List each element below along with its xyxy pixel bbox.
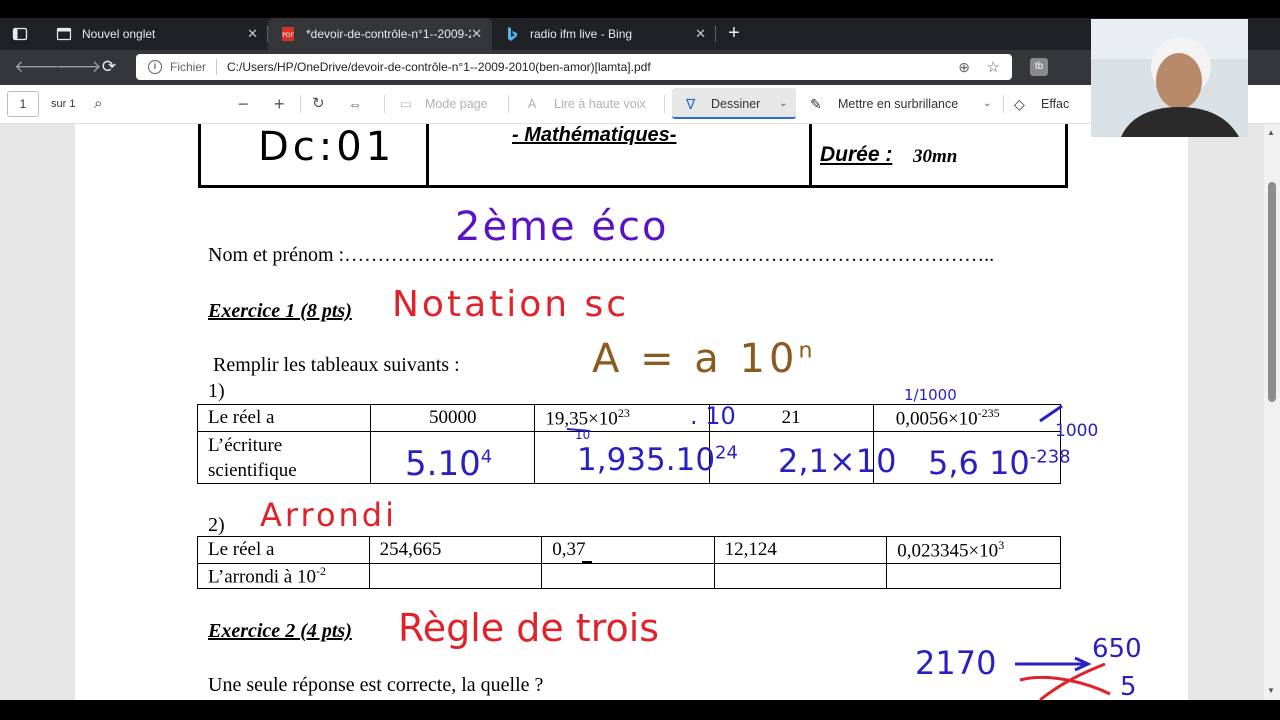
address-bar: 🡐 🡒 ⟳ i Fichier C:/Users/HP/OneDrive/dev… (0, 50, 1280, 85)
back-button[interactable]: 🡐 (14, 57, 60, 77)
info-icon[interactable]: i (148, 60, 162, 74)
search-icon[interactable]: ⌕ (94, 85, 102, 123)
divider (384, 95, 385, 113)
tab-strip: Nouvel onglet ✕ PDF *devoir-de-contrôle-… (0, 18, 1280, 50)
zoom-in-icon[interactable]: + (274, 85, 285, 123)
pen-icon: ∇ (686, 96, 696, 112)
tab-divider (715, 26, 716, 42)
highlight-button[interactable]: Mettre en surbrillance (838, 85, 958, 123)
tab-label: *devoir-de-contrôle-n°1--2009-2 (306, 27, 471, 41)
bing-icon (504, 26, 520, 42)
scheme-label: Fichier (170, 60, 207, 74)
scroll-thumb[interactable] (1268, 182, 1276, 402)
pdf-toolbar: 1 sur 1 ⌕ − + ↻ ⇔ ▭ Mode page A Lire à h… (0, 85, 1280, 124)
divider (300, 95, 301, 113)
divider (664, 95, 665, 113)
tab-label: Nouvel onglet (82, 27, 156, 41)
page-view-icon: ▭ (400, 97, 412, 111)
draw-button[interactable]: Dessiner (711, 85, 760, 123)
url-text: C:/Users/HP/OneDrive/devoir-de-contrôle-… (227, 60, 651, 74)
extension-button[interactable]: tb (1030, 58, 1048, 76)
pdf-viewer: Dc:01 - Mathématiques- Durée : 30mn Nom … (0, 124, 1280, 700)
tab-actions-button[interactable] (0, 18, 42, 50)
tab-bing[interactable]: radio ifm live - Bing ✕ (492, 18, 716, 50)
read-aloud-icon: A (528, 97, 537, 111)
scroll-up-icon[interactable]: ▲ (1267, 128, 1275, 137)
close-icon[interactable]: ✕ (695, 26, 706, 42)
svg-text:PDF: PDF (282, 32, 294, 39)
close-icon[interactable]: ✕ (471, 26, 482, 42)
bottom-letterbox (0, 700, 1280, 720)
highlighter-icon: ✎ (810, 96, 822, 112)
divider (216, 59, 218, 75)
new-tab-page-icon (56, 26, 72, 42)
scroll-down-icon[interactable]: ▼ (1267, 686, 1275, 695)
zoom-out-icon[interactable]: − (238, 85, 249, 123)
refresh-button[interactable]: ⟳ (97, 57, 121, 77)
tab-label: radio ifm live - Bing (530, 27, 633, 41)
new-tab-button[interactable]: + (724, 18, 744, 50)
divider (1003, 95, 1004, 113)
tab-actions-icon (12, 26, 28, 42)
read-aloud-button[interactable]: Lire à haute voix (554, 85, 646, 123)
page-view-button[interactable]: Mode page (425, 85, 488, 123)
favorite-star-icon[interactable]: ☆ (987, 58, 1000, 76)
fit-page-icon[interactable]: ⇔ (348, 85, 362, 123)
eraser-icon: ◇ (1014, 96, 1025, 112)
tab-new-tab[interactable]: Nouvel onglet ✕ (44, 18, 268, 50)
zoom-icon[interactable]: ⊕ (958, 59, 970, 76)
annotation-strokes (566, 404, 1111, 700)
page-total: sur 1 (51, 98, 76, 110)
pdf-icon: PDF (280, 26, 296, 42)
webcam-overlay (1091, 19, 1248, 137)
forward-button[interactable]: 🡒 (56, 57, 102, 77)
vertical-scrollbar[interactable]: ▲ ▼ (1264, 124, 1280, 700)
divider (508, 95, 509, 113)
rotate-icon[interactable]: ↻ (312, 85, 325, 123)
erase-button[interactable]: Effac (1041, 85, 1069, 123)
close-icon[interactable]: ✕ (247, 26, 258, 42)
chevron-down-icon[interactable]: ⌄ (983, 85, 991, 123)
page-number-input[interactable]: 1 (7, 91, 39, 117)
chevron-down-icon[interactable]: ⌄ (779, 85, 787, 123)
url-field[interactable]: i Fichier C:/Users/HP/OneDrive/devoir-de… (136, 54, 1012, 80)
tab-pdf[interactable]: PDF *devoir-de-contrôle-n°1--2009-2 ✕ (268, 18, 492, 50)
